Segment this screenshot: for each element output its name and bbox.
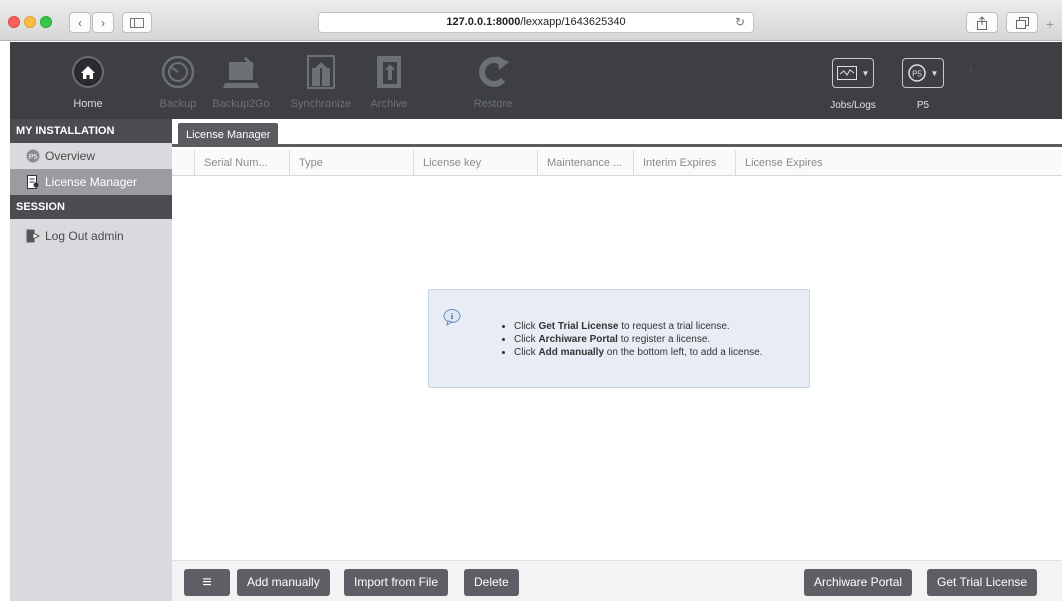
tabs-overview-icon [1015, 16, 1029, 29]
url-host: 127.0.0.1:8000 [446, 16, 521, 28]
archive-icon [377, 56, 401, 88]
backup-gauge-icon [161, 55, 195, 89]
restore-button[interactable]: Restore [470, 42, 516, 119]
sidebar-icon [130, 17, 144, 28]
monitor-icon [836, 66, 857, 80]
synchronize-label: Synchronize [290, 98, 352, 110]
archive-label: Archive [370, 98, 408, 110]
sidebar-toggle-button[interactable] [122, 12, 152, 33]
svg-text:P5: P5 [912, 70, 922, 79]
sidebar-item-logout[interactable]: Log Out admin [10, 223, 172, 249]
back-button[interactable]: ‹ [69, 12, 91, 33]
my-installation-header: MY INSTALLATION [10, 119, 172, 143]
get-trial-license-button[interactable]: Get Trial License [927, 569, 1038, 596]
restore-label: Restore [473, 98, 513, 110]
backup2go-label: Backup2Go [212, 98, 270, 110]
zoom-window-button[interactable] [40, 16, 52, 28]
scroll-indicator: ↕ [968, 64, 973, 75]
home-button[interactable]: Home [58, 42, 118, 119]
info-item-trial: Click Get Trial License to request a tri… [514, 320, 762, 333]
backup-label: Backup [159, 98, 197, 110]
license-table-header: Serial Num... Type License key Maintenan… [172, 150, 1062, 176]
forward-button[interactable]: › [92, 12, 114, 33]
svg-text:P5: P5 [29, 154, 38, 161]
sidebar: MY INSTALLATION P5 Overview License Mana… [10, 119, 172, 601]
info-item-manual: Click Add manually on the bottom left, t… [514, 346, 762, 359]
home-label: Home [73, 98, 103, 110]
column-header-license-expires[interactable]: License Expires [735, 150, 1062, 176]
share-button[interactable] [966, 12, 998, 33]
license-document-icon [26, 175, 40, 189]
menu-button[interactable]: ≡ [184, 569, 230, 596]
column-header-maintenance[interactable]: Maintenance ... [537, 150, 633, 176]
main-panel: License Manager Serial Num... Type Licen… [172, 119, 1062, 601]
sidebar-item-license-manager[interactable]: License Manager [10, 169, 172, 195]
column-header-serial[interactable]: Serial Num... [194, 150, 281, 176]
tab-bar: License Manager [172, 119, 1062, 147]
info-list: Click Get Trial License to request a tri… [514, 320, 762, 359]
delete-button[interactable]: Delete [464, 569, 519, 596]
column-header-license-key[interactable]: License key [413, 150, 537, 176]
main-toolbar: Home Backup Backup2Go Synchronize Archiv… [10, 42, 1062, 119]
column-header-type[interactable]: Type [289, 150, 413, 176]
chevron-left-icon: ‹ [78, 15, 82, 30]
jobs-logs-label: Jobs/Logs [830, 100, 876, 111]
column-header-interim-expires[interactable]: Interim Expires [633, 150, 735, 176]
synchronize-icon [307, 55, 335, 89]
session-header: SESSION [10, 195, 172, 219]
import-from-file-button[interactable]: Import from File [344, 569, 449, 596]
p5-icon: P5 [26, 149, 40, 163]
p5-dropdown[interactable]: P5 ▼ [902, 58, 944, 88]
jobs-logs-dropdown[interactable]: ▼ [832, 58, 874, 88]
tabs-button[interactable] [1006, 12, 1038, 33]
share-icon [977, 15, 987, 30]
tab-license-manager[interactable]: License Manager [178, 123, 279, 147]
address-bar[interactable]: 127.0.0.1:8000/lexxapp/1643625340 ↻ [318, 12, 754, 33]
info-message-box: i Click Get Trial License to request a t… [428, 289, 810, 388]
laptop-icon [223, 56, 259, 88]
sidebar-item-label: Log Out admin [45, 229, 124, 243]
p5-logo-icon: P5 [907, 64, 926, 82]
sidebar-item-overview[interactable]: P5 Overview [10, 143, 172, 169]
info-item-portal: Click Archiware Portal to register a lic… [514, 333, 762, 346]
home-icon [72, 56, 104, 88]
backup2go-button[interactable]: Backup2Go [206, 42, 276, 119]
chevron-down-icon: ▼ [861, 68, 870, 78]
logout-icon [26, 229, 40, 243]
chevron-right-icon: › [101, 15, 105, 30]
add-manually-button[interactable]: Add manually [237, 569, 330, 596]
close-window-button[interactable] [8, 16, 20, 28]
archive-button[interactable]: Archive [366, 42, 412, 119]
reload-icon[interactable]: ↻ [735, 13, 745, 32]
browser-chrome: ‹ › 127.0.0.1:8000/lexxapp/1643625340 ↻ … [0, 0, 1062, 41]
restore-icon [479, 56, 509, 87]
sidebar-item-label: Overview [45, 149, 96, 163]
url-path: /lexxapp/1643625340 [520, 16, 626, 28]
bottom-action-bar: ≡ Add manually Import from File Delete A… [172, 560, 1062, 601]
sidebar-item-label: License Manager [45, 175, 138, 189]
p5-label: P5 [916, 100, 930, 111]
backup-button[interactable]: Backup [153, 42, 203, 119]
info-speech-bubble-icon: i [443, 309, 461, 326]
archiware-portal-button[interactable]: Archiware Portal [804, 569, 913, 596]
synchronize-button[interactable]: Synchronize [286, 42, 356, 119]
minimize-window-button[interactable] [24, 16, 36, 28]
chevron-down-icon: ▼ [930, 68, 939, 78]
new-tab-button[interactable]: + [1046, 16, 1062, 36]
